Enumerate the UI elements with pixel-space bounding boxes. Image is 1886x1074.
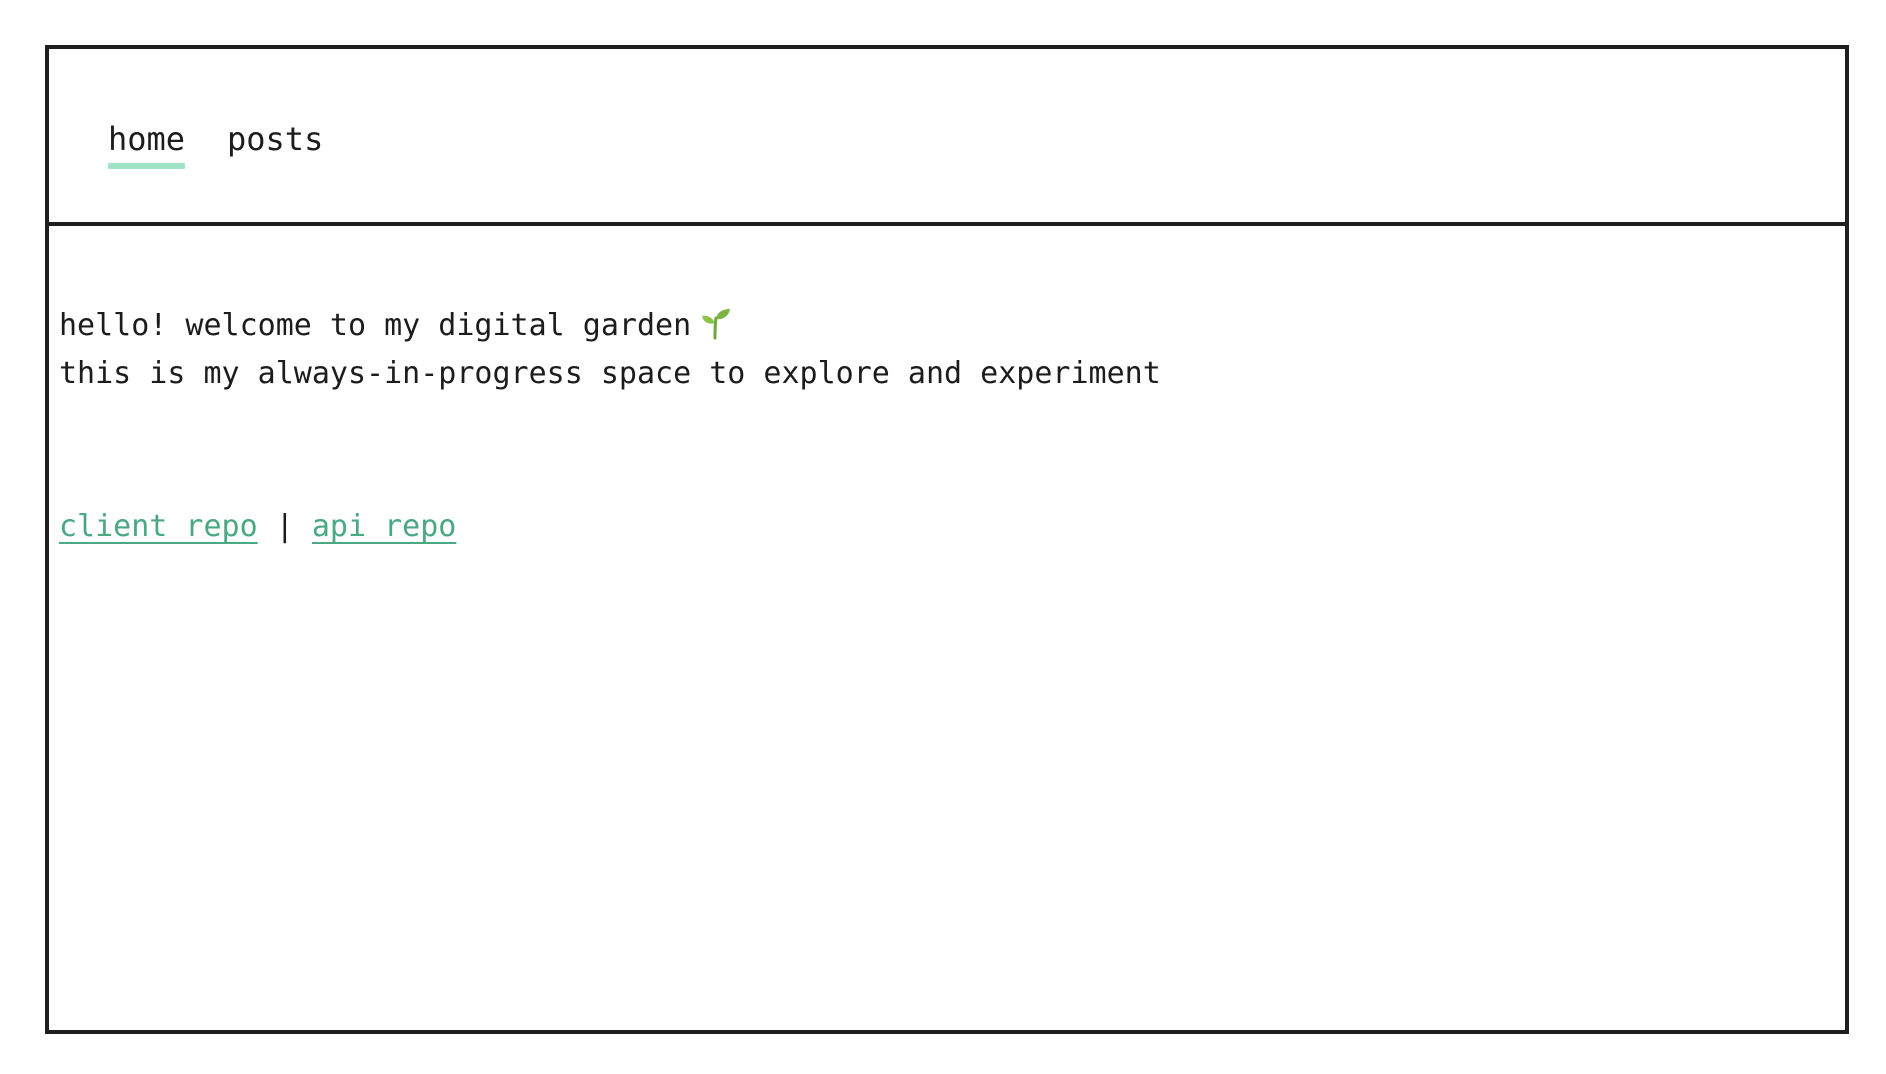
top-nav: home posts (49, 49, 1845, 226)
greeting-line: hello! welcome to my digital garden (59, 302, 1161, 350)
tagline: this is my always-in-progress space to e… (59, 356, 1161, 391)
active-nav-underline (108, 163, 186, 169)
nav-item-posts[interactable]: posts (227, 119, 323, 163)
client-repo-link[interactable]: client repo (59, 509, 258, 544)
nav-item-posts-label: posts (227, 120, 324, 158)
link-separator: | (275, 509, 294, 544)
nav-item-home[interactable]: home (108, 119, 186, 169)
seedling-icon (699, 306, 733, 340)
greeting-text: hello! welcome to my digital garden (59, 308, 692, 343)
api-repo-link[interactable]: api repo (312, 509, 457, 544)
nav-item-home-label: home (108, 120, 186, 158)
repo-links: client repo | api repo (59, 505, 456, 549)
intro-text: hello! welcome to my digital garden this… (59, 302, 1161, 398)
